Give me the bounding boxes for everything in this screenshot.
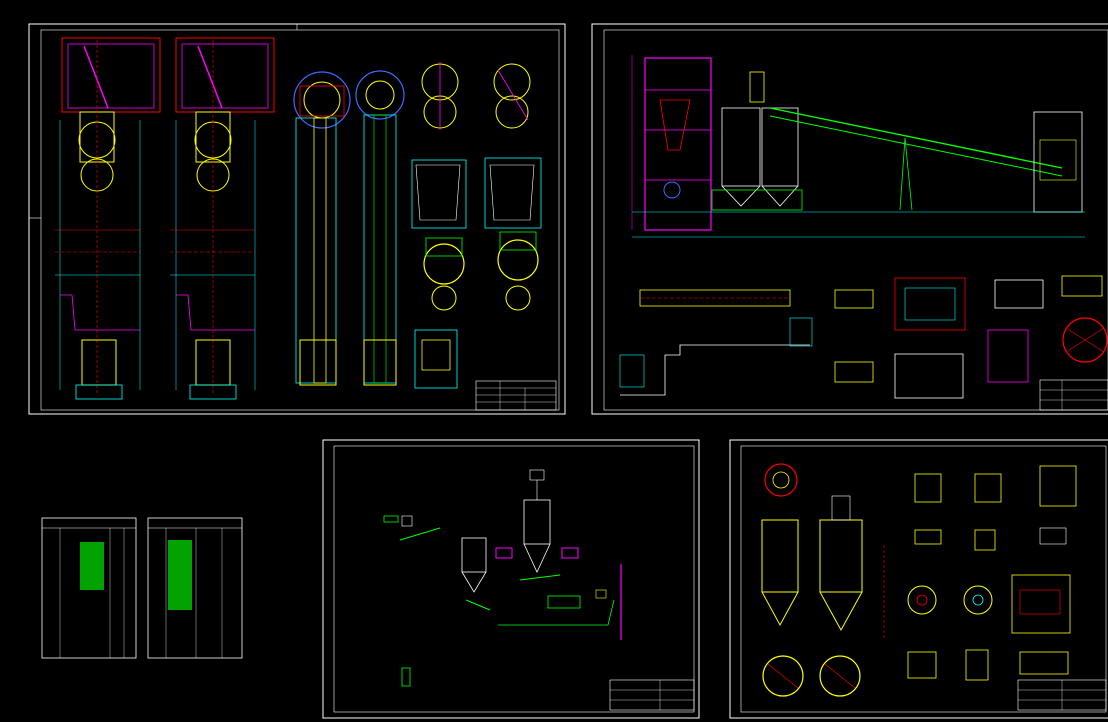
cad-model-space[interactable]	[0, 0, 1108, 722]
